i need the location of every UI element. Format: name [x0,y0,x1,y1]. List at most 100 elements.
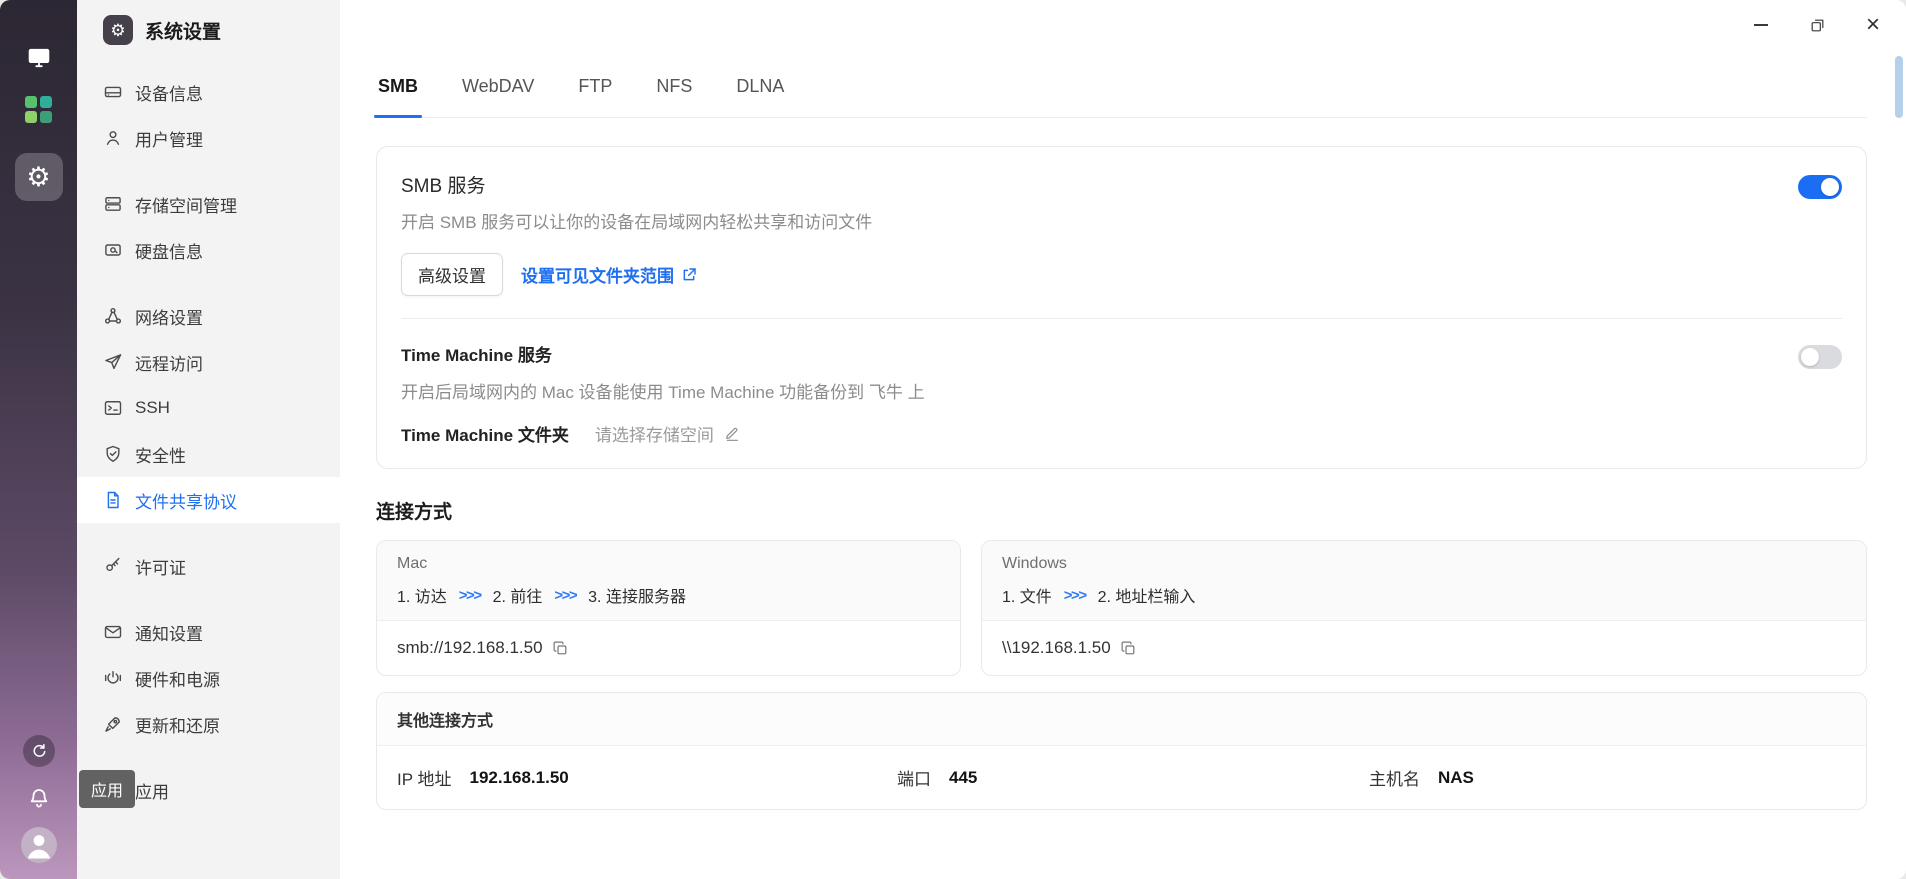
minimize-button[interactable] [1738,6,1784,44]
sidebar-item-hardware-power[interactable]: 硬件和电源 [77,655,340,701]
copy-icon [1120,640,1137,657]
disk-icon [105,244,121,256]
titlebar: × [340,0,1906,56]
maximize-button[interactable] [1794,6,1840,44]
tab-label: SMB [378,76,418,96]
close-button[interactable]: × [1850,6,1896,44]
refresh-icon [30,742,48,760]
sidebar-item-label: 安全性 [135,446,186,466]
tab-smb[interactable]: SMB [374,56,422,118]
sidebar-nav: 设备信息 用户管理 存储空间管理 硬盘信息 网络设置 远程访问 SSH 安全性 … [77,69,340,813]
sidebar-item-license[interactable]: 许可证 [77,543,340,589]
pencil-icon [724,426,740,442]
app-center-icon [25,96,52,123]
time-machine-title: Time Machine 服务 [401,346,552,365]
sidebar-item-label: 硬件和电源 [135,670,220,690]
time-machine-text: Time Machine 服务 开启后局域网内的 Mac 设备能使用 Time … [401,341,1798,446]
mail-icon [104,625,122,639]
sidebar-item-ssh[interactable]: SSH [77,385,340,431]
tab-nfs[interactable]: NFS [654,56,694,117]
sidebar-item-label: 硬盘信息 [135,242,203,262]
ip-address-value: 192.168.1.50 [469,767,569,787]
time-machine-toggle[interactable] [1798,345,1842,369]
mac-card-body: smb://192.168.1.50 [377,621,960,675]
smb-service-text: SMB 服务 开启 SMB 服务可以让你的设备在局域网内轻松共享和访问文件 高级… [401,171,1798,296]
remote-icon [105,354,122,370]
sidebar-item-storage-management[interactable]: 存储空间管理 [77,181,340,227]
sidebar-item-label: 应用 [135,782,169,802]
mac-card-title: Mac [397,555,428,572]
port-group: 端口 445 [897,765,1369,790]
time-machine-section: Time Machine 服务 开启后局域网内的 Mac 设备能使用 Time … [401,341,1842,446]
tab-label: DLNA [736,76,785,96]
ip-address-group: IP 地址 192.168.1.50 [397,765,897,790]
windows-address: \\192.168.1.50 [1002,638,1111,657]
ip-address-label: IP 地址 [397,770,452,789]
rail-account-button[interactable] [20,827,57,863]
port-label: 端口 [897,770,931,789]
copy-mac-address-button[interactable] [552,640,569,657]
hostname-value: NAS [1438,767,1474,787]
shield-icon [106,445,120,462]
mac-address: smb://192.168.1.50 [397,638,543,657]
settings-app-icon: ⚙ [103,15,133,45]
rail-notifications-button[interactable] [24,783,54,813]
hostname-label: 主机名 [1369,770,1420,789]
sidebar-item-network-settings[interactable]: 网络设置 [77,293,340,339]
hostname-group: 主机名 NAS [1369,765,1846,790]
key-icon [106,557,120,572]
gear-icon: ⚙ [26,161,51,192]
sidebar-item-label: SSH [135,398,170,417]
smb-service-toggle[interactable] [1798,175,1842,199]
window-controls: × [1728,6,1896,44]
rail-devices-button[interactable] [24,44,54,70]
smb-service-description: 开启 SMB 服务可以让你的设备在局域网内轻松共享和访问文件 [401,213,873,232]
tab-ftp[interactable]: FTP [576,56,614,117]
time-machine-description: 开启后局域网内的 Mac 设备能使用 Time Machine 功能备份到 飞牛… [401,383,925,402]
vertical-scrollbar-thumb[interactable] [1895,56,1903,118]
activity-rail: ⚙ [0,0,77,879]
device-info-icon [104,86,122,98]
edit-folder-button[interactable] [724,426,740,442]
copy-icon [552,640,569,657]
step-arrow-icon: >>> [554,586,577,604]
sidebar-item-remote-access[interactable]: 远程访问 [77,339,340,385]
windows-step: 2. 地址栏输入 [1097,589,1196,606]
rail-settings-button[interactable]: ⚙ [14,153,63,201]
visible-folder-scope-link[interactable]: 设置可见文件夹范围 [521,262,697,287]
sidebar-item-notification-settings[interactable]: 通知设置 [77,609,340,655]
windows-card-body: \\192.168.1.50 [982,621,1866,675]
sidebar-item-user-management[interactable]: 用户管理 [77,115,340,161]
windows-card-header: Windows 1. 文件 >>> 2. 地址栏输入 [982,541,1866,621]
rail-bottom-group [20,735,57,863]
network-icon [104,307,122,324]
sidebar-item-update-restore[interactable]: 更新和还原 [77,701,340,747]
app-window: ⚙ ⚙ 系统设置 设备信息 用户管理 存储空间管理 硬盘信息 网络设置 远程访问… [0,0,1906,879]
smb-service-section: SMB 服务 开启 SMB 服务可以让你的设备在局域网内轻松共享和访问文件 高级… [401,171,1842,296]
rocket-icon [105,717,120,732]
copy-windows-address-button[interactable] [1120,640,1137,657]
close-icon: × [1865,11,1880,38]
tab-dlna[interactable]: DLNA [734,56,786,117]
windows-steps: 1. 文件 >>> 2. 地址栏输入 [1002,583,1846,607]
sidebar-item-label: 网络设置 [135,308,203,328]
other-card-body: IP 地址 192.168.1.50 端口 445 主机名 NAS [377,746,1866,809]
mac-connection-card: Mac 1. 访达 >>> 2. 前往 >>> 3. 连接服务器 smb://1… [376,540,961,676]
advanced-settings-button[interactable]: 高级设置 [401,253,503,296]
restore-icon [1809,17,1826,34]
rail-update-button[interactable] [22,735,55,767]
rail-app-center-button[interactable] [25,96,52,123]
sidebar-item-device-info[interactable]: 设备信息 [77,69,340,115]
tab-webdav[interactable]: WebDAV [460,56,536,117]
storage-icon [105,197,121,211]
smb-service-panel: SMB 服务 开启 SMB 服务可以让你的设备在局域网内轻松共享和访问文件 高级… [376,146,1867,469]
sidebar-item-disk-info[interactable]: 硬盘信息 [77,227,340,273]
mac-card-header: Mac 1. 访达 >>> 2. 前往 >>> 3. 连接服务器 [377,541,960,621]
mac-step: 1. 访达 [397,589,447,606]
step-arrow-icon: >>> [458,586,482,604]
sidebar-item-security[interactable]: 安全性 [77,431,340,477]
content-area: SMB WebDAV FTP NFS DLNA SMB 服务 开启 SMB 服务… [340,56,1906,879]
sidebar-item-file-sharing[interactable]: 文件共享协议 [77,477,340,523]
